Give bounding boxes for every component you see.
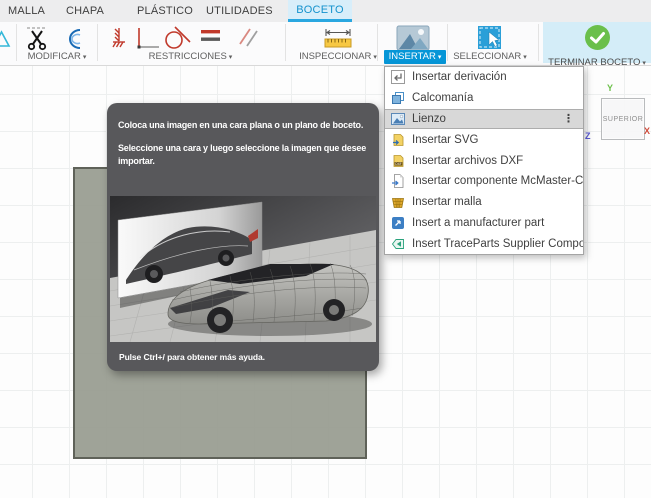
modificar-label: MODIFICAR [28, 51, 81, 62]
menu-item-lienzo[interactable]: Lienzo ⋮ [385, 109, 583, 130]
seleccionar-dropdown[interactable]: SELECCIONAR▾ [445, 51, 535, 63]
insert-dxf-icon: DXF [391, 154, 405, 168]
more-options-icon[interactable]: ⋮ [563, 112, 583, 125]
tooltip-help-hint: Pulse Ctrl+/ para obtener más ayuda. [119, 352, 265, 362]
insertar-dropdown[interactable]: INSERTAR▾ [384, 50, 446, 64]
menu-item-label: Calcomanía [412, 92, 473, 104]
tooltip-paragraph-1: Coloca una imagen en una cara plana o un… [118, 119, 373, 132]
canvas-icon [391, 112, 405, 126]
restricciones-label: RESTRICCIONES [149, 51, 227, 62]
tooltip-paragraph-2: Seleccione una cara y luego seleccione l… [118, 142, 373, 168]
tab-boceto[interactable]: BOCETO [288, 0, 352, 22]
menu-item-traceparts[interactable]: Insert TraceParts Supplier Components [385, 233, 583, 254]
menu-item-label: Insertar SVG [412, 134, 478, 146]
menu-item-calcomania[interactable]: Calcomanía [385, 88, 583, 109]
traceparts-icon [391, 237, 405, 251]
tooltip-text: Coloca una imagen en una cara plana o un… [107, 103, 379, 168]
check-circle-icon [584, 24, 611, 51]
menu-item-insertar-svg[interactable]: Insertar SVG [385, 129, 583, 150]
parallel-constraint-icon[interactable] [236, 25, 262, 54]
insert-mesh-icon [391, 195, 405, 209]
equal-constraint-icon[interactable] [200, 29, 222, 50]
tab-utilidades[interactable]: UTILIDADES [206, 0, 273, 22]
tab-plastico[interactable]: PLÁSTICO [137, 0, 193, 22]
decal-icon [391, 91, 405, 105]
menu-item-label: Insertar archivos DXF [412, 155, 523, 167]
create-triangle-icon[interactable] [0, 28, 13, 55]
ribbon-tab-bar: MALLA CHAPA PLÁSTICO UTILIDADES BOCETO [0, 0, 651, 22]
inspeccionar-dropdown[interactable]: INSPECCIONAR▾ [292, 51, 384, 63]
tab-chapa[interactable]: CHAPA [66, 0, 104, 22]
seleccionar-label: SELECCIONAR [453, 51, 521, 62]
menu-item-mcmaster-carr[interactable]: Insertar componente McMaster-Carr [385, 171, 583, 192]
ribbon-toolbar: MODIFICAR▾ [0, 22, 651, 66]
restricciones-dropdown[interactable]: RESTRICCIONES▾ [138, 51, 243, 63]
menu-item-insertar-dxf[interactable]: DXF Insertar archivos DXF [385, 150, 583, 171]
dropdown-caret-icon: ▾ [523, 54, 527, 61]
menu-item-label: Insertar derivación [412, 71, 507, 83]
insertar-label: INSERTAR [389, 51, 436, 62]
tooltip-preview-image [110, 196, 376, 342]
svg-text:DXF: DXF [395, 161, 402, 165]
axis-y-label: Y [607, 83, 613, 93]
fix-constraint-icon[interactable] [107, 25, 131, 56]
inspeccionar-label: INSPECCIONAR [299, 51, 371, 62]
insert-svg-icon [391, 133, 405, 147]
view-cube[interactable]: SUPERIOR [601, 98, 645, 140]
insert-dropdown-menu: Insertar derivación Calcomanía Lienzo ⋮ … [384, 66, 584, 255]
menu-item-insertar-malla[interactable]: Insertar malla [385, 192, 583, 213]
menu-item-label: Lienzo [412, 113, 446, 125]
terminar-boceto-button[interactable]: TERMINAR BOCETO▾ [543, 22, 651, 63]
dropdown-caret-icon: ▾ [438, 54, 442, 61]
lienzo-tooltip: Coloca una imagen en una cara plana o un… [107, 103, 379, 371]
menu-item-label: Insertar malla [412, 196, 482, 208]
manufacturer-part-icon [391, 216, 405, 230]
menu-item-insertar-derivacion[interactable]: Insertar derivación [385, 67, 583, 88]
tab-malla[interactable]: MALLA [8, 0, 45, 22]
menu-item-label: Insertar componente McMaster-Carr [412, 175, 583, 187]
fusion-window: MALLA CHAPA PLÁSTICO UTILIDADES BOCETO [0, 0, 651, 498]
menu-item-label: Insert TraceParts Supplier Components [412, 238, 583, 250]
insert-derive-icon [391, 70, 405, 84]
modificar-dropdown[interactable]: MODIFICAR▾ [14, 51, 100, 63]
axis-x-label: X [644, 126, 650, 136]
mcmaster-icon [391, 174, 405, 188]
menu-item-manufacturer-part[interactable]: Insert a manufacturer part [385, 213, 583, 234]
dropdown-caret-icon: ▾ [229, 54, 233, 61]
view-cube-face-label: SUPERIOR [603, 116, 644, 123]
menu-item-label: Insert a manufacturer part [412, 217, 544, 229]
dropdown-caret-icon: ▾ [83, 54, 87, 61]
axis-z-label: Z [585, 131, 591, 141]
